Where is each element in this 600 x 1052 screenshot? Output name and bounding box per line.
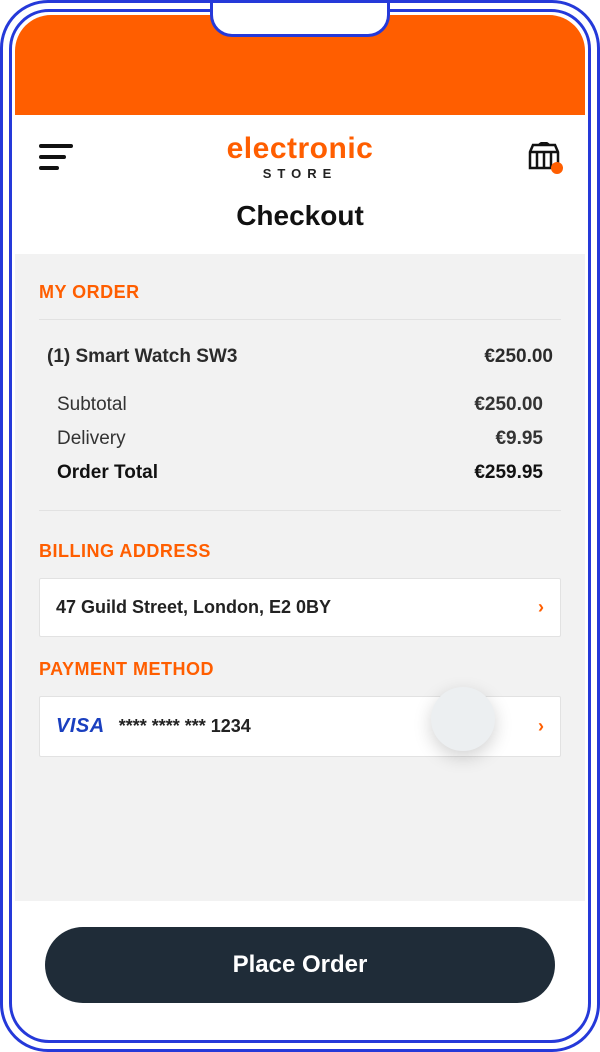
delivery-label: Delivery xyxy=(57,428,126,450)
billing-address-picker[interactable]: 47 Guild Street, London, E2 0BY › xyxy=(39,578,561,637)
order-section-label: MY ORDER xyxy=(39,282,561,303)
app-screen: electronic STORE Checkout MY ORDER xyxy=(15,15,585,1037)
delivery-row: Delivery €9.95 xyxy=(57,422,543,456)
subtotal-label: Subtotal xyxy=(57,394,127,416)
total-value: €259.95 xyxy=(474,462,543,484)
order-totals: Subtotal €250.00 Delivery €9.95 Order To… xyxy=(47,374,553,490)
delivery-value: €9.95 xyxy=(495,428,543,450)
chevron-right-icon: › xyxy=(538,716,544,737)
menu-icon[interactable] xyxy=(39,144,73,170)
place-order-button[interactable]: Place Order xyxy=(45,927,555,1003)
cart-icon[interactable] xyxy=(527,142,561,172)
checkout-content: MY ORDER (1) Smart Watch SW3 €250.00 Sub… xyxy=(15,254,585,901)
checkout-footer: Place Order xyxy=(15,901,585,1037)
logo: electronic STORE xyxy=(227,133,374,180)
floating-button[interactable] xyxy=(431,687,495,751)
billing-address-text: 47 Guild Street, London, E2 0BY xyxy=(56,597,331,618)
phone-notch xyxy=(210,1,390,37)
app-header: electronic STORE xyxy=(15,115,585,188)
subtotal-row: Subtotal €250.00 xyxy=(57,388,543,422)
order-summary: (1) Smart Watch SW3 €250.00 Subtotal €25… xyxy=(39,319,561,511)
total-row: Order Total €259.95 xyxy=(57,456,543,490)
page-title: Checkout xyxy=(15,188,585,254)
billing-section-label: BILLING ADDRESS xyxy=(39,541,561,562)
card-mask: **** **** *** 1234 xyxy=(119,716,251,737)
logo-sub: STORE xyxy=(227,167,374,181)
card-brand: VISA xyxy=(56,715,105,738)
total-label: Order Total xyxy=(57,462,158,484)
chevron-right-icon: › xyxy=(538,597,544,618)
logo-main: electronic xyxy=(227,133,374,165)
subtotal-value: €250.00 xyxy=(474,394,543,416)
item-label: (1) Smart Watch SW3 xyxy=(47,346,237,368)
order-line-item: (1) Smart Watch SW3 €250.00 xyxy=(47,340,553,374)
phone-frame: electronic STORE Checkout MY ORDER xyxy=(0,0,600,1052)
payment-section-label: PAYMENT METHOD xyxy=(39,659,561,680)
item-price: €250.00 xyxy=(484,346,553,368)
cart-badge xyxy=(551,162,563,174)
